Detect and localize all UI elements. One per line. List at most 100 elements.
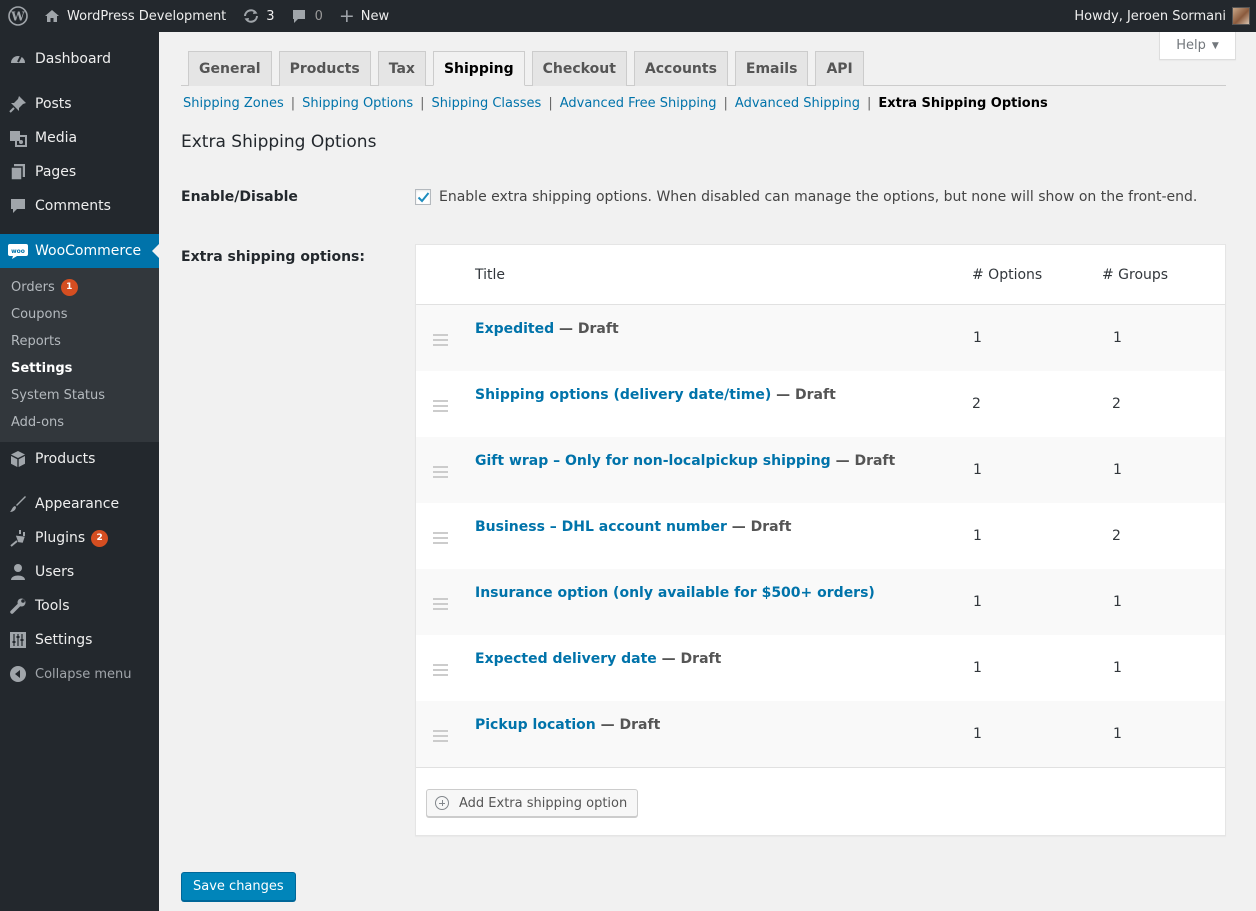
menu-plugins-label: Plugins [35,530,86,546]
add-extra-shipping-option-button[interactable]: Add Extra shipping option [426,789,639,817]
site-name-link[interactable]: WordPress Development [36,0,234,32]
row-options-count: 1 [973,462,982,478]
row-status: — Draft [771,387,836,403]
subnav-shipping-zones[interactable]: Shipping Zones [183,96,284,111]
menu-tools-label: Tools [35,598,70,614]
new-content-link[interactable]: + New [331,0,397,32]
comment-icon [292,9,305,23]
extra-shipping-options-label: Extra shipping options: [181,249,365,265]
submenu-orders[interactable]: Orders 1 [0,274,159,301]
row-title-link[interactable]: Business – DHL account number [475,519,727,535]
wrench-icon [8,596,28,616]
updates-link[interactable]: 3 [234,0,282,32]
row-groups-count: 1 [1113,660,1122,676]
enable-checkbox[interactable] [415,189,431,205]
save-changes-button[interactable]: Save changes [181,872,296,901]
submenu-reports[interactable]: Reports [0,328,159,355]
extra-shipping-options-table: Title # Options # Groups Expedited — Dra… [415,244,1226,836]
submenu-addons[interactable]: Add-ons [0,409,159,436]
row-title-link[interactable]: Expedited [475,321,554,337]
drag-handle-icon[interactable] [433,598,448,613]
help-tab-button[interactable]: Help ▼ [1159,32,1236,60]
menu-products[interactable]: Products [0,442,159,476]
menu-woocommerce[interactable]: woo WooCommerce [0,234,160,268]
submenu-system-status[interactable]: System Status [0,382,159,409]
submenu-coupons[interactable]: Coupons [0,301,159,328]
admin-bar: W WordPress Development 3 0 + New Howdy,… [0,0,1256,32]
tab-shipping[interactable]: Shipping [432,51,525,86]
menu-plugins[interactable]: Plugins 2 [0,521,159,555]
table-row: Insurance option (only available for $50… [416,569,1225,635]
menu-users[interactable]: Users [0,555,159,589]
plugins-update-badge: 2 [91,529,109,547]
tab-api[interactable]: API [815,51,864,86]
menu-appearance-label: Appearance [35,496,120,512]
row-groups-count: 1 [1113,330,1122,346]
admin-menu: Dashboard Posts Media Pages Comments woo… [0,32,160,911]
row-title-link[interactable]: Expected delivery date [475,651,657,667]
row-title-link[interactable]: Shipping options (delivery date/time) [475,387,771,403]
shipping-subnav: Shipping Zones | Shipping Options | Ship… [183,96,1048,111]
user-icon [8,562,28,582]
svg-text:woo: woo [11,248,25,255]
menu-settings[interactable]: Settings [0,623,159,657]
site-name: WordPress Development [67,8,227,24]
menu-comments[interactable]: Comments [0,189,159,223]
submenu-settings[interactable]: Settings [0,355,159,382]
collapse-arrow-icon [8,664,28,684]
svg-text:W: W [10,10,25,24]
plugin-icon [8,528,28,548]
table-row: Business – DHL account number — Draft 1 … [416,503,1225,569]
drag-handle-icon[interactable] [433,400,448,415]
settings-tabs: General Products Tax Shipping Checkout A… [188,51,871,86]
drag-handle-icon[interactable] [433,334,448,349]
row-status: — Draft [554,321,619,337]
table-footer: Add Extra shipping option [416,767,1225,835]
menu-posts[interactable]: Posts [0,87,159,121]
collapse-menu-label: Collapse menu [35,666,132,682]
drag-handle-icon[interactable] [433,532,448,547]
tab-tax[interactable]: Tax [377,51,426,86]
plus-icon: + [338,4,355,27]
subnav-shipping-options[interactable]: Shipping Options [302,96,413,111]
menu-tools[interactable]: Tools [0,589,159,623]
row-title-link[interactable]: Pickup location [475,717,596,733]
caret-down-icon: ▼ [1211,40,1219,51]
comments-link[interactable]: 0 [283,0,331,32]
drag-handle-icon[interactable] [433,664,448,679]
tab-emails[interactable]: Emails [734,51,809,86]
row-title: Expedited — Draft [475,321,619,337]
tab-products[interactable]: Products [278,51,371,86]
tab-accounts[interactable]: Accounts [633,51,728,86]
collapse-menu-button[interactable]: Collapse menu [0,657,159,691]
subnav-advanced-free-shipping[interactable]: Advanced Free Shipping [560,96,717,111]
row-options-count: 2 [972,396,981,412]
menu-pages[interactable]: Pages [0,155,159,189]
subnav-shipping-classes[interactable]: Shipping Classes [432,96,542,111]
menu-dashboard[interactable]: Dashboard [0,42,159,76]
drag-handle-icon[interactable] [433,466,448,481]
row-title: Expected delivery date — Draft [475,651,721,667]
new-label: New [360,8,390,24]
menu-appearance[interactable]: Appearance [0,487,159,521]
row-title-link[interactable]: Gift wrap – Only for non-localpickup shi… [475,453,831,469]
tab-general[interactable]: General [188,51,272,86]
menu-dashboard-label: Dashboard [35,51,111,67]
page-title: Extra Shipping Options [181,132,377,152]
my-account[interactable]: Howdy, Jeroen Sormani [1074,7,1256,25]
row-options-count: 1 [973,330,982,346]
wordpress-logo-icon[interactable]: W [0,0,36,32]
row-options-count: 1 [973,660,982,676]
row-groups-count: 2 [1112,528,1121,544]
drag-handle-icon[interactable] [433,730,448,745]
checkmark-icon [417,192,429,203]
subnav-advanced-shipping[interactable]: Advanced Shipping [735,96,860,111]
menu-products-label: Products [35,451,96,467]
menu-woocommerce-label: WooCommerce [35,243,142,259]
menu-media[interactable]: Media [0,121,159,155]
tab-checkout[interactable]: Checkout [531,51,627,86]
row-title-link[interactable]: Insurance option (only available for $50… [475,585,875,601]
table-row: Shipping options (delivery date/time) — … [416,371,1225,437]
menu-comments-label: Comments [35,198,111,214]
enable-checkbox-row[interactable]: Enable extra shipping options. When disa… [415,189,1197,205]
